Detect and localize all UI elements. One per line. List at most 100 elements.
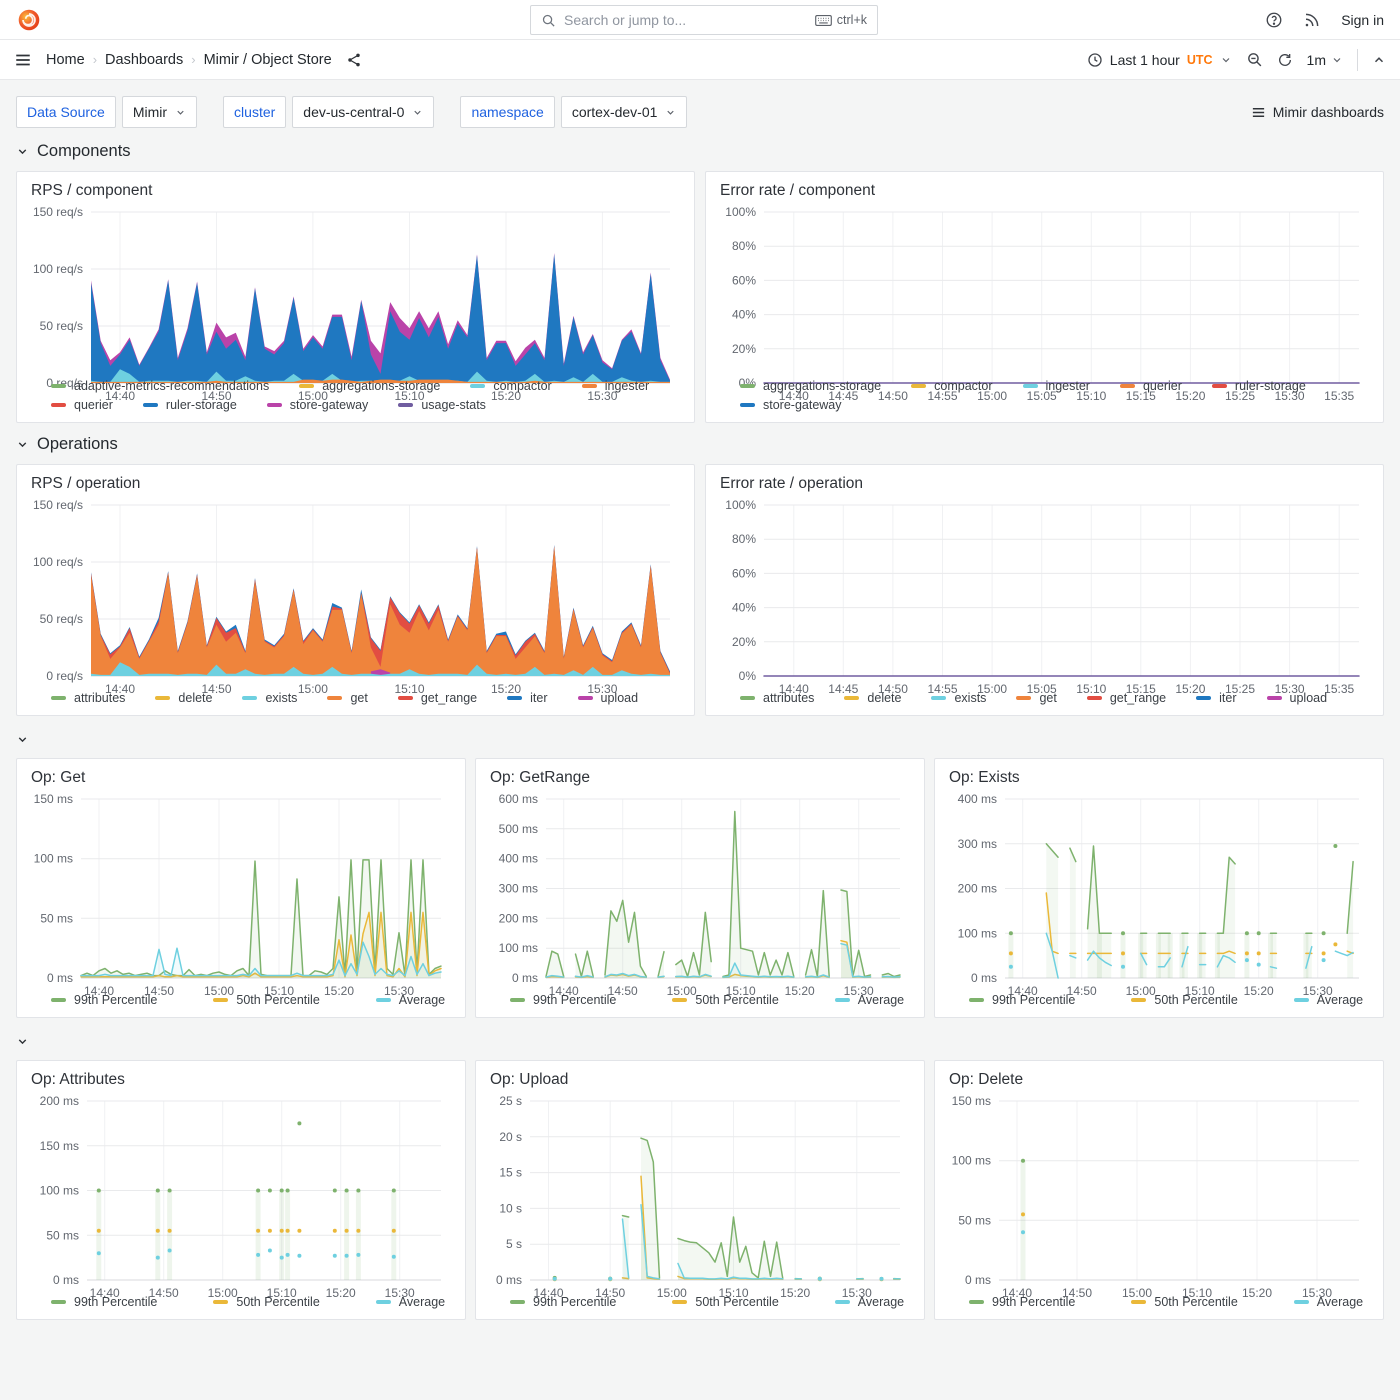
svg-text:50 req/s: 50 req/s [40,319,83,333]
help-icon[interactable] [1265,11,1283,29]
section-operations-toggle[interactable]: Operations [16,435,1384,454]
legend-item[interactable]: Average [376,993,445,1007]
chart-error-rate-operation: 14:4014:4514:5014:5515:0015:0515:1015:15… [716,497,1371,684]
legend-item[interactable]: 50th Percentile [672,993,778,1007]
time-range-picker[interactable]: Last 1 hour UTC [1087,52,1232,68]
rss-news-icon[interactable] [1303,11,1321,29]
hamburger-menu-icon[interactable] [14,51,32,69]
panel-title[interactable]: Op: Exists [945,767,1371,791]
collapse-toolbar-button[interactable] [1372,53,1386,67]
share-icon[interactable] [346,52,362,68]
svg-text:15 s: 15 s [499,1166,522,1180]
legend-item[interactable]: adaptive-metrics-recommendations [51,379,269,393]
legend-item[interactable]: Average [1294,993,1363,1007]
legend-item[interactable]: 50th Percentile [1131,993,1237,1007]
cluster-dropdown[interactable]: dev-us-central-0 [292,96,434,128]
legend-item[interactable]: querier [51,398,113,412]
breadcrumb-home[interactable]: Home [46,52,85,68]
legend-item[interactable]: ingester [582,379,649,393]
datasource-dropdown[interactable]: Mimir [122,96,197,128]
legend-item[interactable]: compactor [470,379,551,393]
panel-title[interactable]: RPS / operation [27,473,682,497]
grafana-logo-icon[interactable] [16,7,42,33]
legend-item[interactable]: delete [844,691,901,705]
legend-swatch-icon [740,384,755,388]
legend-item[interactable]: get_range [398,691,477,705]
svg-text:300 ms: 300 ms [499,882,538,896]
legend-item[interactable]: 50th Percentile [213,993,319,1007]
legend-item[interactable]: upload [1267,691,1328,705]
legend-item[interactable]: 99th Percentile [51,993,157,1007]
top-navbar: Search or jump to... ctrl+k Sign in [0,0,1400,40]
panel-title[interactable]: Op: Delete [945,1069,1371,1093]
legend-label: iter [1219,691,1236,705]
refresh-button[interactable] [1277,52,1293,68]
legend-item[interactable]: 50th Percentile [213,1295,319,1309]
panel-title[interactable]: Op: Upload [486,1069,912,1093]
legend-item[interactable]: attributes [51,691,125,705]
legend-item[interactable]: iter [1196,691,1236,705]
refresh-interval-dropdown[interactable]: 1m [1307,52,1343,68]
legend-item[interactable]: 99th Percentile [510,1295,616,1309]
legend-item[interactable]: store-gateway [267,398,369,412]
datasource-label[interactable]: Data Source [16,96,116,128]
sign-in-button[interactable]: Sign in [1341,12,1384,28]
legend-item[interactable]: 99th Percentile [51,1295,157,1309]
legend-item[interactable]: querier [1120,379,1182,393]
legend-item[interactable]: Average [835,993,904,1007]
namespace-dropdown[interactable]: cortex-dev-01 [561,96,688,128]
panel-title[interactable]: Op: Get [27,767,453,791]
legend-item[interactable]: get_range [1087,691,1166,705]
search-input[interactable]: Search or jump to... ctrl+k [530,5,878,35]
legend-swatch-icon [242,696,257,700]
legend-item[interactable]: store-gateway [740,398,842,412]
panel-op-upload: Op: Upload 14:4014:5015:0015:1015:2015:3… [475,1060,925,1320]
legend-item[interactable]: Average [1294,1295,1363,1309]
legend-item[interactable]: ingester [1023,379,1090,393]
chart-legend: 99th Percentile 50th Percentile Average [945,986,1371,1009]
chart-legend: attributes delete exists get get_range iter up… [27,684,682,707]
legend-swatch-icon [51,1300,66,1304]
collapsed-section-toggle[interactable] [16,1030,1384,1052]
legend-item[interactable]: get [1016,691,1056,705]
legend-item[interactable]: iter [507,691,547,705]
mimir-dashboards-button[interactable]: Mimir dashboards [1251,104,1384,120]
panel-title[interactable]: Op: GetRange [486,767,912,791]
legend-item[interactable]: ruler-storage [1212,379,1306,393]
legend-item[interactable]: delete [155,691,212,705]
zoom-out-button[interactable] [1246,51,1263,68]
legend-item[interactable]: get [327,691,367,705]
legend-swatch-icon [740,403,755,407]
legend-item[interactable]: aggregations-storage [299,379,440,393]
legend-item[interactable]: attributes [740,691,814,705]
legend-swatch-icon [740,696,755,700]
legend-item[interactable]: compactor [911,379,992,393]
legend-item[interactable]: Average [835,1295,904,1309]
legend-item[interactable]: Average [376,1295,445,1309]
panel-title[interactable]: Error rate / component [716,180,1371,204]
legend-item[interactable]: 99th Percentile [510,993,616,1007]
namespace-label[interactable]: namespace [460,96,554,128]
section-components-toggle[interactable]: Components [16,142,1384,161]
panel-title[interactable]: Error rate / operation [716,473,1371,497]
svg-text:100 ms: 100 ms [952,1154,991,1168]
legend-item[interactable]: exists [931,691,986,705]
panel-title[interactable]: RPS / component [27,180,682,204]
legend-item[interactable]: 99th Percentile [969,1295,1075,1309]
legend-item[interactable]: ruler-storage [143,398,237,412]
legend-item[interactable]: upload [578,691,639,705]
legend-item[interactable]: aggregations-storage [740,379,881,393]
panel-title[interactable]: Op: Attributes [27,1069,453,1093]
legend-item[interactable]: exists [242,691,297,705]
legend-swatch-icon [143,403,158,407]
legend-item[interactable]: 50th Percentile [672,1295,778,1309]
breadcrumb-dashboards[interactable]: Dashboards [105,52,183,68]
svg-text:400 ms: 400 ms [499,852,538,866]
legend-item[interactable]: 99th Percentile [969,993,1075,1007]
legend-swatch-icon [1087,696,1102,700]
legend-item[interactable]: usage-stats [398,398,486,412]
chevron-down-icon [16,1035,29,1048]
cluster-label[interactable]: cluster [223,96,286,128]
collapsed-section-toggle[interactable] [16,728,1384,750]
legend-item[interactable]: 50th Percentile [1131,1295,1237,1309]
